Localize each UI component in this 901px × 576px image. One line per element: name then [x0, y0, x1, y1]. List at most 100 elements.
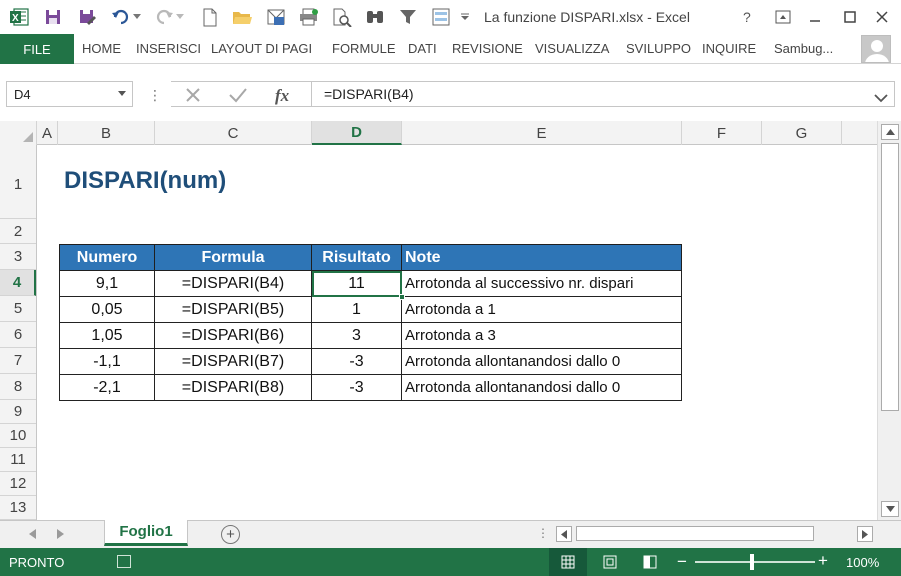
redo-dropdown-icon[interactable] [174, 6, 186, 28]
zoom-out-icon[interactable]: − [677, 552, 687, 572]
save-icon[interactable] [42, 6, 64, 28]
vertical-scroll-thumb[interactable] [881, 143, 899, 411]
row-header-1[interactable]: 1 [0, 145, 36, 219]
horizontal-scroll-thumb[interactable] [576, 526, 814, 541]
minimize-icon[interactable] [801, 5, 829, 29]
horizontal-scrollbar[interactable] [556, 524, 876, 544]
cell-numero[interactable]: -2,1 [59, 374, 155, 401]
sheet-title[interactable]: DISPARI(num) [64, 167, 226, 195]
vertical-scrollbar[interactable] [877, 121, 901, 520]
new-document-icon[interactable] [199, 6, 221, 28]
tab-file[interactable]: FILE [0, 34, 74, 64]
zoom-in-icon[interactable]: + [818, 551, 828, 571]
tab-revisione[interactable]: REVISIONE [452, 41, 523, 56]
name-box[interactable]: D4 [6, 81, 133, 107]
column-header-e[interactable]: E [402, 121, 682, 145]
row-header-12[interactable]: 12 [0, 472, 36, 496]
sheet-tab-foglio1[interactable]: Foglio1 [104, 520, 188, 546]
filter-icon[interactable] [397, 6, 419, 28]
tab-layout-di-pagina[interactable]: LAYOUT DI PAGI [211, 41, 312, 56]
customize-qat-icon[interactable] [458, 6, 472, 28]
ribbon-display-options-icon[interactable] [769, 5, 797, 29]
tab-home[interactable]: HOME [82, 41, 121, 56]
header-formula[interactable]: Formula [154, 244, 312, 271]
cell-numero[interactable]: 0,05 [59, 296, 155, 323]
row-header-9[interactable]: 9 [0, 400, 36, 424]
print-preview-icon[interactable] [331, 6, 353, 28]
cell-risultato[interactable]: 1 [311, 296, 402, 323]
zoom-slider[interactable] [695, 561, 815, 563]
column-header-a[interactable]: A [37, 121, 58, 145]
account-name[interactable]: Sambug... [774, 41, 833, 56]
header-note[interactable]: Note [401, 244, 682, 271]
cancel-entry-icon[interactable] [185, 87, 201, 106]
cell-note[interactable]: Arrotonda allontanandosi dallo 0 [401, 374, 682, 401]
quick-print-icon[interactable] [298, 6, 320, 28]
formula-bar-grip[interactable]: ⋮ [148, 87, 162, 104]
row-header-5[interactable]: 5 [0, 296, 36, 322]
cell-risultato[interactable]: -3 [311, 348, 402, 375]
tab-split-grip[interactable]: ⋮ [537, 526, 549, 540]
page-break-preview-button[interactable] [635, 548, 665, 576]
cell-numero[interactable]: -1,1 [59, 348, 155, 375]
form-icon[interactable] [430, 6, 452, 28]
avatar[interactable] [861, 35, 891, 63]
save-as-icon[interactable] [76, 6, 98, 28]
select-all-corner[interactable] [0, 121, 37, 145]
cell-formula[interactable]: =DISPARI(B7) [154, 348, 312, 375]
help-icon[interactable]: ? [733, 5, 761, 29]
redo-icon[interactable] [153, 6, 175, 28]
add-sheet-button[interactable]: + [221, 525, 240, 544]
tab-inquire[interactable]: INQUIRE [702, 41, 756, 56]
cell-note[interactable]: Arrotonda a 1 [401, 296, 682, 323]
column-header-d[interactable]: D [312, 121, 402, 145]
confirm-entry-icon[interactable] [229, 87, 247, 106]
insert-function-icon[interactable]: fx [273, 84, 295, 109]
header-numero[interactable]: Numero [59, 244, 155, 271]
previous-sheet-icon[interactable] [29, 528, 36, 542]
page-layout-view-button[interactable] [595, 548, 625, 576]
row-header-3[interactable]: 3 [0, 244, 36, 270]
cell-formula[interactable]: =DISPARI(B5) [154, 296, 312, 323]
tab-inserisci[interactable]: INSERISCI [136, 41, 201, 56]
tab-dati[interactable]: DATI [408, 41, 437, 56]
tab-visualizza[interactable]: VISUALIZZA [535, 41, 609, 56]
cell-numero[interactable]: 9,1 [59, 270, 155, 297]
worksheet-grid[interactable]: DISPARI(num) Numero Formula Risultato No… [37, 145, 877, 520]
scroll-left-button[interactable] [556, 526, 572, 542]
next-sheet-icon[interactable] [57, 528, 64, 542]
cell-numero[interactable]: 1,05 [59, 322, 155, 349]
macro-recording-icon[interactable] [117, 555, 131, 568]
column-header-f[interactable]: F [682, 121, 762, 145]
cell-risultato[interactable]: 3 [311, 322, 402, 349]
expand-formula-bar-icon[interactable] [874, 90, 888, 106]
cell-note[interactable]: Arrotonda allontanandosi dallo 0 [401, 348, 682, 375]
row-header-4[interactable]: 4 [0, 270, 36, 296]
close-icon[interactable] [868, 5, 896, 29]
zoom-level[interactable]: 100% [846, 555, 879, 570]
undo-icon[interactable] [110, 6, 132, 28]
cell-formula[interactable]: =DISPARI(B4) [154, 270, 312, 297]
undo-dropdown-icon[interactable] [131, 6, 143, 28]
maximize-icon[interactable] [836, 5, 864, 29]
column-header-b[interactable]: B [58, 121, 155, 145]
binoculars-icon[interactable] [364, 6, 386, 28]
formula-input[interactable]: =DISPARI(B4) [311, 81, 895, 107]
email-icon[interactable] [265, 6, 287, 28]
open-folder-icon[interactable] [231, 6, 253, 28]
scroll-up-button[interactable] [881, 124, 899, 140]
scroll-down-button[interactable] [881, 501, 899, 517]
tab-sviluppo[interactable]: SVILUPPO [626, 41, 691, 56]
scroll-right-button[interactable] [857, 526, 873, 542]
row-header-11[interactable]: 11 [0, 448, 36, 472]
cell-risultato-active[interactable]: 11 [311, 270, 405, 300]
cell-note[interactable]: Arrotonda al successivo nr. dispari [401, 270, 682, 297]
row-header-6[interactable]: 6 [0, 322, 36, 348]
cell-risultato[interactable]: -3 [311, 374, 402, 401]
normal-view-button[interactable] [549, 548, 587, 576]
cell-formula[interactable]: =DISPARI(B8) [154, 374, 312, 401]
row-header-13[interactable]: 13 [0, 496, 36, 520]
fill-handle[interactable] [399, 294, 405, 300]
tab-formule[interactable]: FORMULE [332, 41, 396, 56]
row-header-10[interactable]: 10 [0, 424, 36, 448]
